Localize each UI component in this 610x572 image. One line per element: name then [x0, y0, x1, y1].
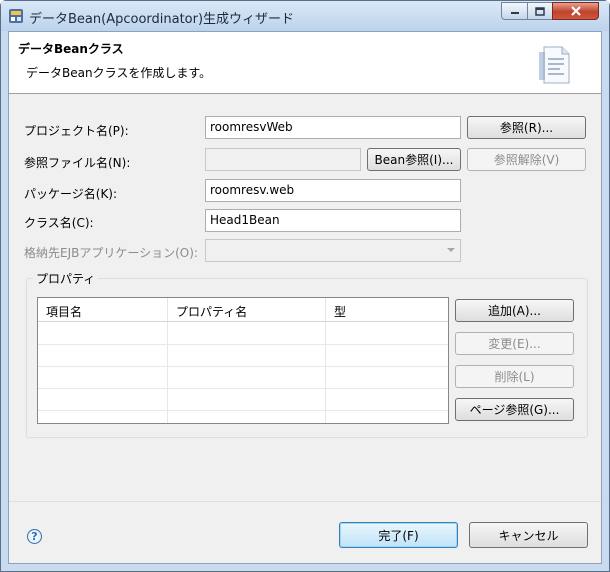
table-row — [38, 410, 448, 411]
wizard-header: データBeanクラス データBeanクラスを作成します。 — [9, 32, 601, 94]
ejb-application-label: 格納先EJBアプリケーション(O): — [24, 246, 198, 260]
add-property-button[interactable]: 追加(A)... — [455, 299, 574, 322]
window-title: データBean(Apcoordinator)生成ウィザード — [29, 12, 295, 27]
project-name-field[interactable]: roomresvWeb — [205, 116, 461, 139]
column-header-item-name[interactable]: 項目名 — [38, 298, 168, 322]
maximize-icon — [535, 6, 545, 16]
chevron-down-icon — [447, 248, 455, 252]
package-name-field[interactable]: roomresv.web — [205, 179, 461, 202]
reference-file-field — [205, 148, 361, 171]
cancel-button[interactable]: キャンセル — [469, 522, 588, 548]
ejb-application-combo — [205, 239, 461, 262]
properties-table[interactable]: 項目名 プロパティ名 型 — [37, 297, 449, 424]
maximize-button[interactable] — [527, 2, 553, 20]
help-icon[interactable]: ? — [27, 529, 42, 544]
reference-file-label: 参照ファイル名(N): — [24, 156, 131, 170]
app-icon — [9, 9, 23, 23]
title-bar[interactable]: データBean(Apcoordinator)生成ウィザード — [1, 1, 609, 31]
properties-group-title: プロパティ — [33, 270, 99, 287]
edit-property-button: 変更(E)... — [455, 332, 574, 355]
page-title: データBeanクラス — [18, 42, 124, 56]
delete-property-button: 削除(L) — [455, 365, 574, 388]
footer-divider — [9, 501, 601, 502]
reference-clear-button: 参照解除(V) — [467, 148, 586, 171]
table-column-divider — [167, 322, 168, 423]
page-description: データBeanクラスを作成します。 — [26, 66, 212, 80]
close-icon — [570, 6, 581, 16]
wizard-document-icon — [539, 46, 570, 84]
column-header-property-name[interactable]: プロパティ名 — [168, 298, 326, 322]
table-row — [38, 366, 448, 367]
class-name-label: クラス名(C): — [24, 216, 94, 230]
wizard-window: データBean(Apcoordinator)生成ウィザード データBeanクラス… — [0, 0, 610, 572]
project-browse-button[interactable]: 参照(R)... — [467, 116, 586, 139]
minimize-button[interactable] — [501, 2, 528, 20]
minimize-icon — [510, 12, 519, 14]
close-button[interactable] — [552, 2, 599, 20]
table-column-divider — [325, 322, 326, 423]
table-row — [38, 344, 448, 345]
bean-reference-button[interactable]: Bean参照(I)... — [367, 148, 461, 171]
table-row — [38, 388, 448, 389]
column-header-type[interactable]: 型 — [326, 298, 448, 322]
finish-button[interactable]: 完了(F) — [339, 522, 458, 548]
dialog-body: データBeanクラス データBeanクラスを作成します。 プロジェクト名(P):… — [8, 31, 602, 564]
class-name-field[interactable]: Head1Bean — [205, 209, 461, 232]
project-name-label: プロジェクト名(P): — [24, 124, 129, 138]
page-reference-button[interactable]: ページ参照(G)... — [455, 398, 574, 421]
package-name-label: パッケージ名(K): — [24, 187, 118, 201]
